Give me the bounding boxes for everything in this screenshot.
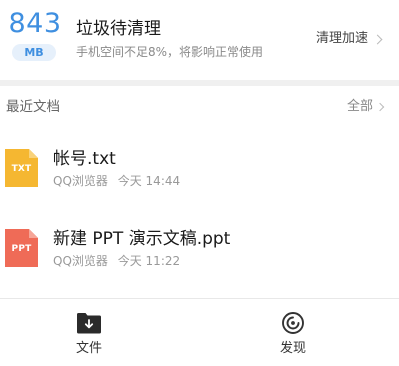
chevron-right-icon xyxy=(372,34,383,44)
recent-file-item[interactable]: TXT 帐号.txt QQ浏览器 今天 14:44 xyxy=(0,134,399,204)
tab-discover[interactable]: 发现 xyxy=(253,311,333,358)
file-meta: QQ浏览器 今天 14:44 xyxy=(53,173,180,189)
ppt-file-icon: PPT xyxy=(5,229,38,267)
recent-docs-title: 最近文档 xyxy=(6,99,60,115)
view-all-label: 全部 xyxy=(346,99,373,114)
junk-size-unit-badge: MB xyxy=(12,44,56,61)
chevron-right-icon xyxy=(375,102,385,112)
cleanup-title: 垃圾待清理 xyxy=(76,19,161,39)
cleanup-banner[interactable]: 843 MB 垃圾待清理 手机空间不足8%，将影响正常使用 清理加速 xyxy=(0,0,399,80)
recent-docs-header: 最近文档 全部 xyxy=(0,86,399,128)
file-source: QQ浏览器 xyxy=(53,254,108,268)
file-source: QQ浏览器 xyxy=(53,174,108,188)
compass-icon xyxy=(282,312,304,334)
junk-size-value: 843 xyxy=(8,8,62,39)
bottom-navigation: 文件 发现 xyxy=(0,298,399,366)
tab-files[interactable]: 文件 xyxy=(49,311,129,358)
file-meta: QQ浏览器 今天 11:22 xyxy=(53,253,180,269)
file-time: 今天 14:44 xyxy=(117,174,181,188)
view-all-button[interactable]: 全部 xyxy=(346,98,385,116)
cleanup-subtitle: 手机空间不足8%，将影响正常使用 xyxy=(76,45,264,59)
file-name: 帐号.txt xyxy=(53,149,116,169)
cleanup-speedup-label: 清理加速 xyxy=(315,31,368,46)
file-time: 今天 11:22 xyxy=(117,254,181,268)
recent-file-item[interactable]: PPT 新建 PPT 演示文稿.ppt QQ浏览器 今天 11:22 xyxy=(0,214,399,284)
txt-file-icon: TXT xyxy=(5,149,38,187)
file-type-badge: TXT xyxy=(11,164,32,174)
tab-files-label: 文件 xyxy=(75,341,102,356)
folder-download-icon xyxy=(77,313,101,334)
tab-discover-label: 发现 xyxy=(279,341,306,356)
file-name: 新建 PPT 演示文稿.ppt xyxy=(53,229,231,249)
cleanup-speedup-button[interactable]: 清理加速 xyxy=(315,30,383,48)
file-type-badge: PPT xyxy=(11,244,32,254)
